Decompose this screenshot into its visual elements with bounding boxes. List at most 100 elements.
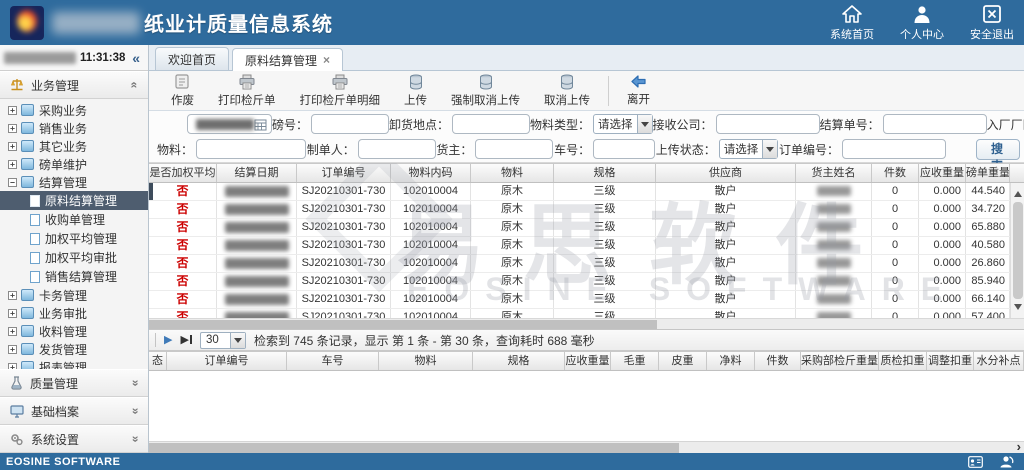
cancel-upload-button[interactable]: 取消上传 xyxy=(532,72,602,110)
tree-leaf-加权平均管理[interactable]: 加权平均管理 xyxy=(0,229,148,248)
column-header-供应商[interactable]: 供应商 xyxy=(656,164,796,182)
column-header-水分补点[interactable]: 水分补点 xyxy=(974,352,1024,370)
column-header-订单编号[interactable]: 订单编号 xyxy=(167,352,287,370)
page-size-select[interactable]: 30 xyxy=(200,332,246,349)
tree-branch-磅单维护[interactable]: +磅单维护 xyxy=(0,155,148,173)
column-header-订单编号[interactable]: 订单编号 xyxy=(297,164,391,182)
upload-status-select[interactable]: 请选择 xyxy=(719,139,779,159)
table-row[interactable]: 否SJ20210301-730102010004原木三级散户00.00034.7… xyxy=(149,201,1010,219)
tree-expander-icon[interactable]: + xyxy=(8,291,17,300)
tree-leaf-加权平均审批[interactable]: 加权平均审批 xyxy=(0,248,148,267)
column-header-物料[interactable]: 物料 xyxy=(471,164,554,182)
scroll-right-arrow-icon[interactable]: › xyxy=(1017,439,1021,454)
vertical-scrollbar[interactable] xyxy=(1010,183,1024,318)
leave-button[interactable]: 离开 xyxy=(615,72,662,109)
settle-date-input[interactable] xyxy=(187,114,272,134)
table-row[interactable]: 否SJ20210301-730102010004原木三级散户00.00026.8… xyxy=(149,255,1010,273)
scroll-up-arrow-icon[interactable] xyxy=(1014,187,1022,197)
column-header-采购部检斤重量[interactable]: 采购部检斤重量 xyxy=(801,352,879,370)
tree-branch-发货管理[interactable]: +发货管理 xyxy=(0,340,148,358)
column-header-毛重[interactable]: 毛重 xyxy=(611,352,659,370)
nav-personal-button[interactable]: 个人中心 xyxy=(900,4,944,42)
nav-home-button[interactable]: 系统首页 xyxy=(830,4,874,42)
tree-branch-其它业务[interactable]: +其它业务 xyxy=(0,137,148,155)
detail-horizontal-scrollbar[interactable]: › xyxy=(149,441,1024,453)
table-row[interactable]: 否SJ20210301-730102010004原木三级散户00.00040.5… xyxy=(149,237,1010,255)
column-header-物料内码[interactable]: 物料内码 xyxy=(391,164,471,182)
column-header-质检扣重[interactable]: 质检扣重 xyxy=(879,352,927,370)
table-row[interactable]: 否SJ20210301-730102010004原木三级散户00.00057.4… xyxy=(149,309,1010,318)
column-header-磅单重量[interactable]: 磅单重量 xyxy=(966,164,1010,182)
material-input[interactable] xyxy=(196,139,306,159)
tree-branch-销售业务[interactable]: +销售业务 xyxy=(0,119,148,137)
column-header-应收重量[interactable]: 应收重量 xyxy=(565,352,611,370)
horizontal-scrollbar[interactable] xyxy=(149,318,1024,329)
force-cancel-upload-button[interactable]: 强制取消上传 xyxy=(439,72,532,110)
accordion-system[interactable]: 系统设置 « xyxy=(0,425,148,453)
tree-expander-icon[interactable]: + xyxy=(8,106,17,115)
void-button[interactable]: 作废 xyxy=(159,72,206,110)
tree-branch-采购业务[interactable]: +采购业务 xyxy=(0,101,148,119)
vertical-scroll-thumb[interactable] xyxy=(1013,202,1023,299)
column-header-物料[interactable]: 物料 xyxy=(379,352,473,370)
search-button[interactable]: 搜 索 xyxy=(976,139,1020,160)
tab-raw-settlement[interactable]: 原料结算管理 × xyxy=(232,48,343,71)
tree-expander-icon[interactable]: + xyxy=(8,124,17,133)
table-row[interactable]: 否SJ20210301-730102010004原木三级散户00.00044.5… xyxy=(149,183,1010,201)
next-page-icon[interactable]: ▶ xyxy=(164,335,172,346)
column-header-结算日期[interactable]: 结算日期 xyxy=(217,164,297,182)
bang-no-input[interactable] xyxy=(311,114,389,134)
receive-company-input[interactable] xyxy=(716,114,820,134)
tree-branch-结算管理[interactable]: −结算管理 xyxy=(0,173,148,191)
tree-branch-收料管理[interactable]: +收料管理 xyxy=(0,322,148,340)
scroll-down-arrow-icon[interactable] xyxy=(1014,304,1022,314)
column-header-净料[interactable]: 净料 xyxy=(707,352,755,370)
order-no-input[interactable] xyxy=(842,139,946,159)
tree-leaf-收购单管理[interactable]: 收购单管理 xyxy=(0,210,148,229)
id-card-icon[interactable] xyxy=(968,456,983,468)
column-header-是否加权平均[interactable]: 是否加权平均 xyxy=(149,164,217,182)
owner-input[interactable] xyxy=(475,139,553,159)
column-header-态[interactable]: 态 xyxy=(149,352,167,370)
unload-place-input[interactable] xyxy=(452,114,530,134)
upload-button[interactable]: 上传 xyxy=(392,72,439,110)
maker-input[interactable] xyxy=(358,139,436,159)
column-header-规格[interactable]: 规格 xyxy=(554,164,656,182)
tree-expander-icon[interactable]: + xyxy=(8,309,17,318)
accordion-archives[interactable]: 基础档案 « xyxy=(0,397,148,425)
column-header-货主姓名[interactable]: 货主姓名 xyxy=(796,164,872,182)
column-header-规格[interactable]: 规格 xyxy=(473,352,565,370)
support-agent-icon[interactable] xyxy=(999,455,1014,468)
accordion-business[interactable]: 业务管理 « xyxy=(0,71,148,99)
column-header-调整扣重[interactable]: 调整扣重 xyxy=(927,352,974,370)
print-weighing-detail-button[interactable]: 打印检斤单明细 xyxy=(288,72,393,110)
column-header-皮重[interactable]: 皮重 xyxy=(659,352,707,370)
sidebar-collapse-button[interactable]: « xyxy=(128,50,144,66)
tree-branch-报表管理[interactable]: +报表管理 xyxy=(0,358,148,369)
tree-expander-icon[interactable]: − xyxy=(8,178,17,187)
tree-leaf-原料结算管理[interactable]: 原料结算管理 xyxy=(0,191,148,210)
print-weighing-slip-button[interactable]: 打印检斤单 xyxy=(206,72,288,110)
table-row[interactable]: 否SJ20210301-730102010004原木三级散户00.00085.9… xyxy=(149,273,1010,291)
column-header-车号[interactable]: 车号 xyxy=(287,352,379,370)
table-row[interactable]: 否SJ20210301-730102010004原木三级散户00.00065.8… xyxy=(149,219,1010,237)
accordion-quality[interactable]: 质量管理 « xyxy=(0,369,148,397)
tab-welcome[interactable]: 欢迎首页 xyxy=(155,47,229,70)
tree-expander-icon[interactable]: + xyxy=(8,327,17,336)
column-header-件数[interactable]: 件数 xyxy=(755,352,801,370)
horizontal-scroll-thumb[interactable] xyxy=(149,320,657,329)
settle-no-input[interactable] xyxy=(883,114,987,134)
tree-expander-icon[interactable]: + xyxy=(8,142,17,151)
column-header-件数[interactable]: 件数 xyxy=(872,164,919,182)
tab-close-icon[interactable]: × xyxy=(323,53,330,67)
column-header-应收重量[interactable]: 应收重量 xyxy=(919,164,966,182)
material-type-select[interactable]: 请选择 xyxy=(593,114,653,134)
detail-horizontal-scroll-thumb[interactable] xyxy=(149,443,679,453)
nav-exit-button[interactable]: 安全退出 xyxy=(970,4,1014,42)
tree-leaf-销售结算管理[interactable]: 销售结算管理 xyxy=(0,267,148,286)
tree-expander-icon[interactable]: + xyxy=(8,160,17,169)
tree-branch-卡务管理[interactable]: +卡务管理 xyxy=(0,286,148,304)
truck-no-input[interactable] xyxy=(593,139,655,159)
tree-expander-icon[interactable]: + xyxy=(8,345,17,354)
tree-branch-业务审批[interactable]: +业务审批 xyxy=(0,304,148,322)
